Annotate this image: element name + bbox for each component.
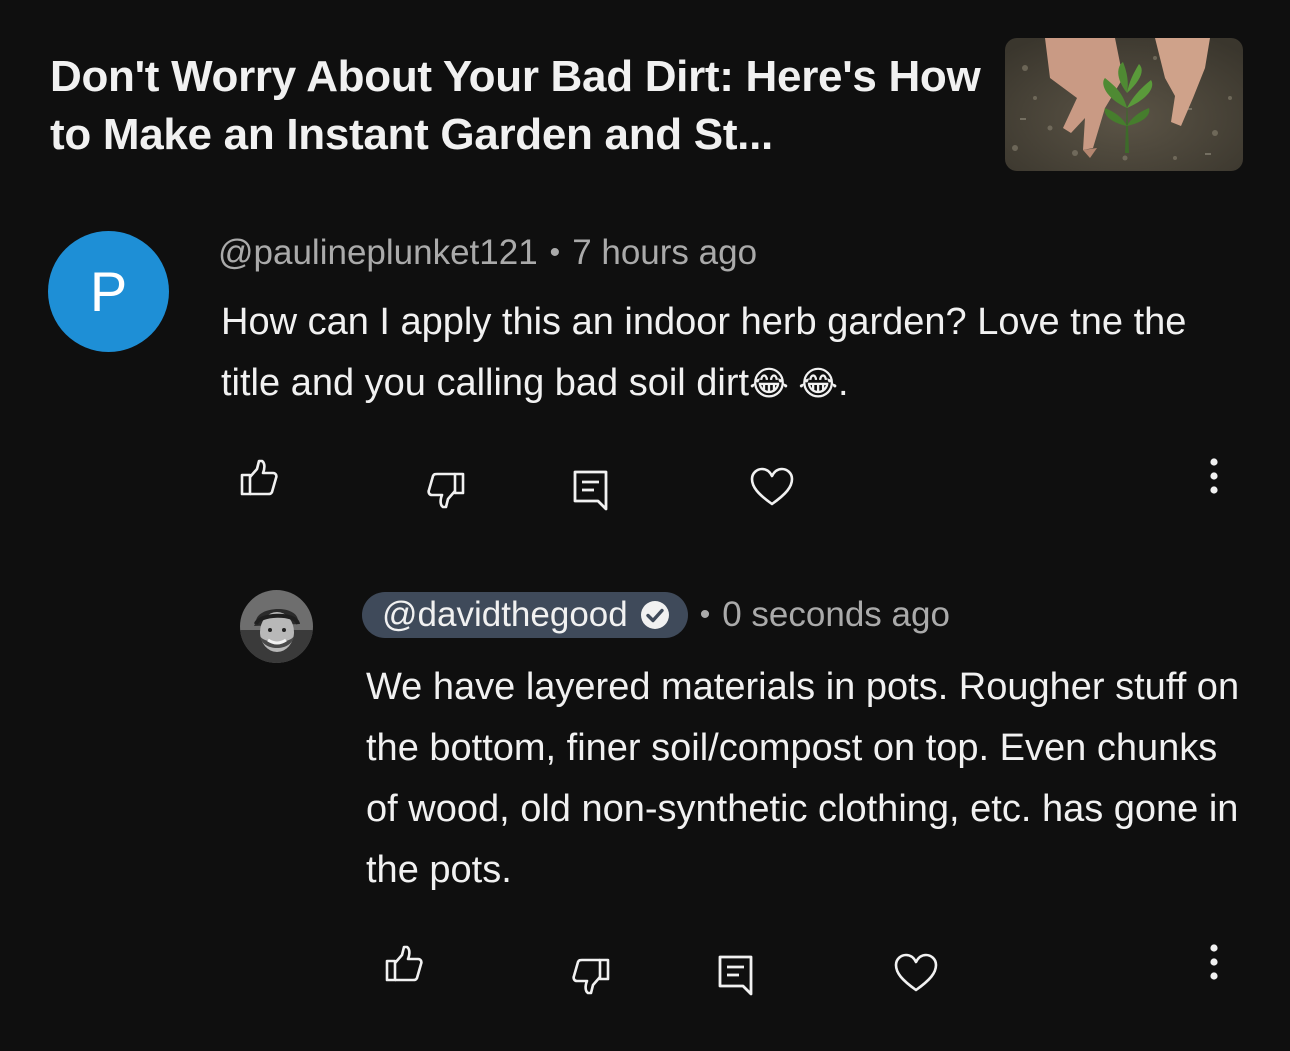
heart-icon xyxy=(750,467,794,506)
avatar-letter: P xyxy=(89,260,128,323)
reply-button[interactable] xyxy=(573,470,609,512)
avatar[interactable] xyxy=(240,590,313,663)
more-options-button[interactable] xyxy=(1206,457,1222,495)
comment-meta: @paulineplunket121 • 7 hours ago xyxy=(218,231,757,275)
comment-meta: @davidthegood • 0 seconds ago xyxy=(362,592,950,638)
video-title[interactable]: Don't Worry About Your Bad Dirt: Here's … xyxy=(50,48,995,164)
meta-separator: • xyxy=(699,598,711,631)
creator-handle-badge[interactable]: @davidthegood xyxy=(362,592,688,638)
thumbs-up-icon xyxy=(385,945,423,982)
comment-timestamp: 0 seconds ago xyxy=(722,595,950,634)
like-button[interactable] xyxy=(384,944,424,984)
verified-check-icon xyxy=(640,601,669,629)
comment-text: How can I apply this an indoor herb gard… xyxy=(221,292,1221,415)
comment-author-handle[interactable]: @paulineplunket121 xyxy=(218,233,538,273)
video-thumbnail[interactable] xyxy=(1005,38,1243,171)
reply-button[interactable] xyxy=(718,955,754,997)
comment-timestamp: 7 hours ago xyxy=(572,233,758,272)
comment-text: We have layered materials in pots. Rough… xyxy=(366,666,1240,891)
comment-thread-view: Don't Worry About Your Bad Dirt: Here's … xyxy=(0,0,1290,1051)
dislike-button[interactable] xyxy=(571,956,611,996)
more-options-icon xyxy=(1210,944,1218,980)
comment-text-main: How can I apply this an indoor herb gard… xyxy=(221,301,1187,404)
thumbs-down-icon xyxy=(427,472,465,509)
thumbs-down-icon xyxy=(572,958,610,995)
heart-icon xyxy=(894,953,938,992)
heart-button[interactable] xyxy=(750,467,794,507)
like-button[interactable] xyxy=(239,458,279,498)
reply-icon xyxy=(718,955,753,996)
avatar[interactable]: P xyxy=(48,231,169,352)
more-options-button[interactable] xyxy=(1206,943,1222,981)
dislike-button[interactable] xyxy=(426,470,466,510)
reply-icon xyxy=(573,470,608,511)
laughing-emoji: 😂 😂 xyxy=(749,365,838,403)
meta-separator: • xyxy=(549,236,561,269)
thumbs-up-icon xyxy=(240,459,278,496)
heart-button[interactable] xyxy=(894,953,938,993)
more-options-icon xyxy=(1210,458,1218,494)
comment-text-end: . xyxy=(838,362,849,404)
comment-author-handle: @davidthegood xyxy=(382,595,628,634)
